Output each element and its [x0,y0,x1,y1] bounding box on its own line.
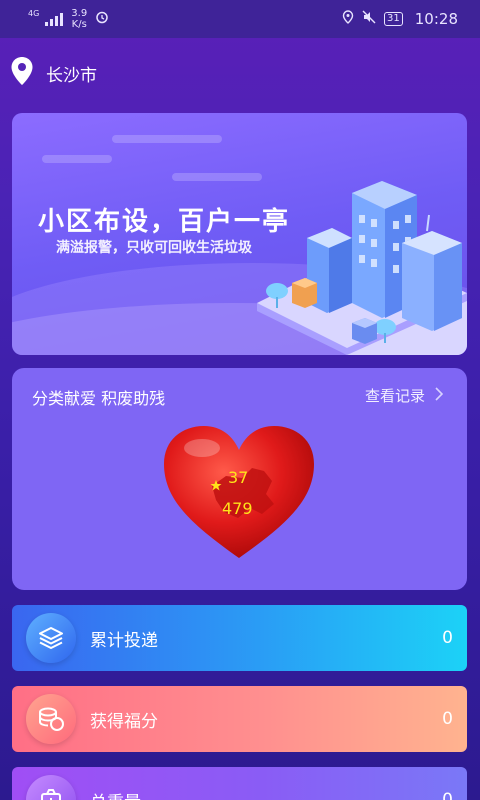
network-type: 4G [28,8,40,18]
clock: 10:28 [414,10,458,28]
signal-icon [45,12,64,26]
banner-cloud [42,155,112,163]
heart-value-bottom: 479 [222,499,253,518]
stat-row-points[interactable]: 获得福分 0 [12,686,467,752]
stat-value: 0 [442,709,453,729]
battery-indicator: 31 [384,12,403,26]
donation-card: 分类献爱 积废助残 查看记录 37 479 [12,368,467,590]
stat-label: 获得福分 [90,711,158,732]
alarm-icon [95,10,109,28]
city-illustration [257,181,467,355]
city-name: 长沙市 [46,65,97,86]
coins-icon [26,694,76,744]
view-records-link[interactable]: 查看记录 [364,385,444,406]
donation-title: 分类献爱 积废助残 [32,389,166,408]
heart-value-top: 37 [228,468,249,487]
banner-cloud [172,173,262,181]
stat-value: 0 [442,790,453,800]
location-status-icon [342,10,354,28]
location-selector[interactable]: 长沙市 [10,56,97,90]
layers-icon [26,613,76,663]
banner-cloud [112,135,222,143]
stat-row-deliveries[interactable]: 累计投递 0 [12,605,467,671]
stat-value: 0 [442,628,453,648]
heart-icon[interactable] [164,426,314,561]
scale-icon [26,775,76,800]
mute-icon [362,10,376,28]
chevron-right-icon [435,386,444,405]
promo-banner[interactable]: 小区布设，百户一亭 满溢报警，只收可回收生活垃圾 [12,113,467,355]
location-pin-icon [10,56,34,91]
network-speed: 3.9 K/s [71,8,88,30]
status-bar: 4G 3.9 K/s 31 10:28 [0,0,480,38]
banner-title: 小区布设，百户一亭 [38,207,291,237]
stat-row-weight[interactable]: 总重量 0 [12,767,467,800]
stat-label: 累计投递 [90,630,158,651]
banner-subtitle: 满溢报警，只收可回收生活垃圾 [56,240,252,256]
stat-label: 总重量 [90,788,141,800]
view-records-label: 查看记录 [364,387,425,405]
